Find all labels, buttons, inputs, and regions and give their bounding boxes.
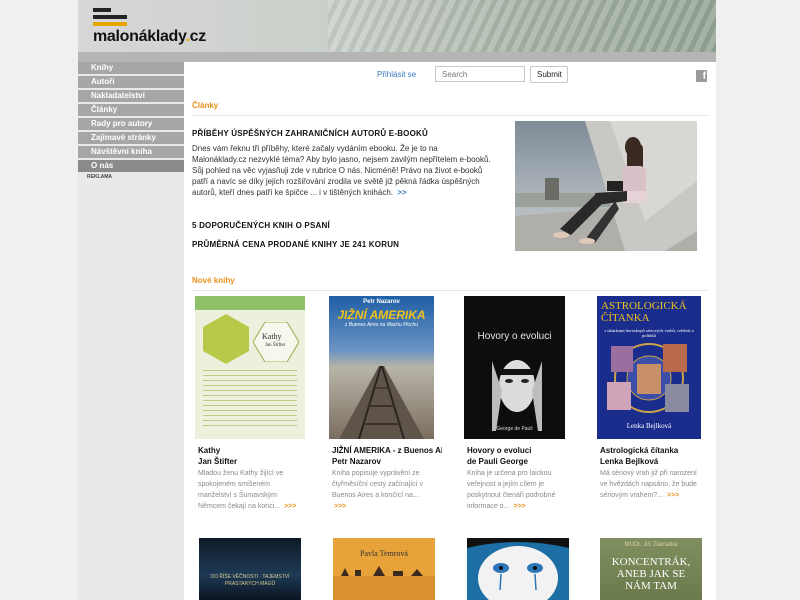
book-cover[interactable]: ASTROLOGICKÁ ČÍTANKA s ukázkami horoskop… bbox=[597, 296, 701, 439]
book-cover[interactable]: Pavla Temrová bbox=[333, 538, 435, 600]
site-header: malonáklady.cz bbox=[78, 0, 716, 52]
book-description-text: Kniha je určena pro laickou veřejnost a … bbox=[467, 470, 556, 510]
logo-text: malonáklady.cz bbox=[93, 28, 206, 45]
cover-author: Lenka Bejlková bbox=[626, 422, 672, 430]
cover-title: JIŽNÍ AMERIKA bbox=[337, 308, 426, 322]
article-link-psani[interactable]: 5 DOPORUČENÝCH KNIH O PSANÍ bbox=[192, 221, 330, 230]
book-description-text: Mladou ženu Kathy žijící ve spokojeném s… bbox=[198, 470, 284, 510]
book-more-link[interactable]: >>> bbox=[667, 492, 679, 499]
book-cover[interactable] bbox=[467, 538, 569, 600]
cover-author: Pavla Temrová bbox=[360, 549, 408, 558]
cover-author: MUDr. Jiří Zlámatka bbox=[624, 542, 678, 548]
book-cover[interactable]: MUDr. Jiří Zlámatka KONCENTRÁK, ANEB JAK… bbox=[600, 538, 702, 600]
cover-subtitle: s ukázkami horoskopů sériových vrahů, ce… bbox=[604, 328, 694, 338]
book-more-link[interactable]: >>> bbox=[284, 503, 296, 510]
cover-title: ASTROLOGICKÁ ČÍTANKA bbox=[601, 300, 687, 324]
cover-title: Hovory o evoluci bbox=[477, 331, 552, 342]
nav-item-knihy[interactable]: Knihy bbox=[78, 62, 184, 74]
book-title-line1: JIŽNÍ AMERIKA - z Buenos Aires na Machu.… bbox=[332, 446, 442, 455]
ad-label: REKLAMA bbox=[87, 174, 112, 180]
read-more-link[interactable]: >> bbox=[397, 188, 406, 197]
facebook-icon[interactable]: f bbox=[696, 70, 707, 82]
cover-subtitle: z Buenos Aires na Machu Picchu bbox=[344, 322, 419, 328]
cover-title: DO ŘÍŠE VĚČNOSTI · TAJEMSTVÍ PRASTARÝCH … bbox=[210, 574, 290, 587]
book-title[interactable]: Hovory o evoluci de Pauli George bbox=[467, 445, 577, 467]
book-author: Jan Štifter bbox=[198, 457, 238, 466]
book-title[interactable]: Kathy Jan Štifter bbox=[198, 445, 308, 467]
book-description: Mladou ženu Kathy žijící ve spokojeném s… bbox=[198, 468, 300, 512]
login-link[interactable]: Přihlásit se bbox=[377, 70, 416, 79]
nav-item-autori[interactable]: Autoři bbox=[78, 76, 184, 88]
book-description-text: Má sériový vrah již při narození ve hvěz… bbox=[600, 470, 697, 499]
article-title[interactable]: PŘÍBĚHY ÚSPĚŠNÝCH ZAHRANIČNÍCH AUTORŮ E-… bbox=[192, 129, 428, 138]
new-books-section-title: Nové knihy bbox=[192, 276, 235, 285]
book-cover[interactable]: DO ŘÍŠE VĚČNOSTI · TAJEMSTVÍ PRASTARÝCH … bbox=[199, 538, 301, 600]
main-content: Přihlásit se Submit f Články PŘÍBĚHY ÚSP… bbox=[184, 62, 716, 600]
book-title-line1: Hovory o evoluci bbox=[467, 446, 532, 455]
cover-author: Jan Štifter bbox=[265, 343, 286, 348]
book-description: Kniha popisuje vyprávění ze čtyřměsíční … bbox=[332, 468, 434, 512]
book-title[interactable]: Astrologická čítanka Lenka Bejlková bbox=[600, 445, 710, 467]
article-photo[interactable] bbox=[515, 121, 697, 251]
book-author: de Pauli George bbox=[467, 457, 528, 466]
logo-bars-icon bbox=[93, 8, 127, 28]
cover-title: KONCENTRÁK, ANEB JAK SE NÁM TAM bbox=[611, 556, 691, 592]
book-cover[interactable]: Petr Nazarov JIŽNÍ AMERIKA z Buenos Aire… bbox=[329, 296, 434, 439]
search-input[interactable] bbox=[435, 66, 525, 82]
divider bbox=[192, 115, 708, 116]
book-title-line1: Astrologická čítanka bbox=[600, 446, 679, 455]
book-more-link[interactable]: >>> bbox=[334, 503, 346, 510]
book-description-text: Kniha popisuje vyprávění ze čtyřměsíční … bbox=[332, 470, 424, 499]
book-more-link[interactable]: >>> bbox=[513, 503, 525, 510]
cover-author: George de Pauli bbox=[496, 426, 533, 432]
page-container: malonáklady.cz Knihy Autoři Nakladatelst… bbox=[78, 0, 716, 600]
header-bar bbox=[78, 52, 716, 62]
submit-button[interactable]: Submit bbox=[530, 66, 568, 83]
nav-item-o-nas[interactable]: O nás bbox=[78, 160, 184, 172]
article-excerpt-text: Dnes vám řeknu tři příběhy, které začaly… bbox=[192, 144, 491, 197]
nav-item-zajimave-stranky[interactable]: Zajímavé stránky bbox=[78, 132, 184, 144]
nav-item-rady-pro-autory[interactable]: Rady pro autory bbox=[78, 118, 184, 130]
book-author: Lenka Bejlková bbox=[600, 457, 659, 466]
nav-item-nakladatelstvi[interactable]: Nakladatelství bbox=[78, 90, 184, 102]
article-excerpt: Dnes vám řeknu tři příběhy, které začaly… bbox=[192, 143, 492, 198]
articles-section-title: Články bbox=[192, 101, 219, 110]
nav-item-clanky[interactable]: Články bbox=[78, 104, 184, 116]
cover-author: Petr Nazarov bbox=[363, 299, 400, 305]
divider bbox=[192, 290, 708, 291]
cover-title: Kathy bbox=[262, 332, 282, 341]
book-cover[interactable]: Kathy Jan Štifter bbox=[195, 296, 305, 439]
nav-item-navstevni-kniha[interactable]: Návštěvní kniha bbox=[78, 146, 184, 158]
book-description: Kniha je určena pro laickou veřejnost a … bbox=[467, 468, 569, 512]
sidebar: Knihy Autoři Nakladatelství Články Rady … bbox=[78, 62, 184, 600]
book-author: Petr Nazarov bbox=[332, 457, 381, 466]
book-description: Má sériový vrah již při narození ve hvěz… bbox=[600, 468, 702, 501]
header-texture bbox=[328, 0, 716, 52]
book-title-line1: Kathy bbox=[198, 446, 221, 455]
book-cover[interactable]: Hovory o evoluci George de Pauli bbox=[464, 296, 565, 439]
book-title[interactable]: JIŽNÍ AMERIKA - z Buenos Aires na Machu.… bbox=[332, 445, 442, 467]
article-link-cena[interactable]: PRŮMĚRNÁ CENA PRODANÉ KNIHY JE 241 KORUN bbox=[192, 240, 399, 249]
